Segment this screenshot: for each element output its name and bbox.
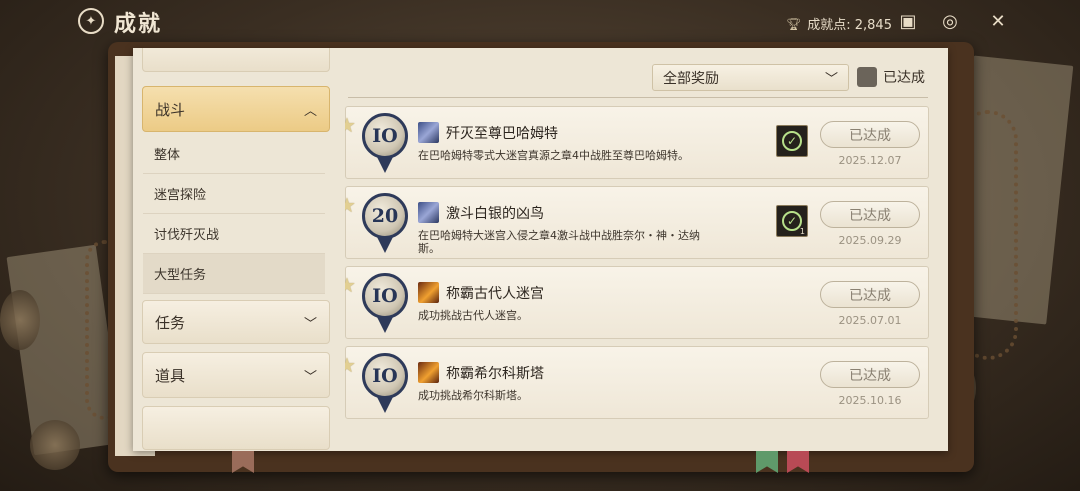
achievement-points: 🏆︎ 成就点: 2,845 (786, 14, 892, 34)
chevron-up-icon: ︿ (303, 103, 317, 119)
category-sidebar[interactable]: 战斗 ︿ 整体 迷宫探险 讨伐歼灭战 大型任务 任务 ﹀ 道具 ﹀ (133, 48, 335, 451)
achieved-checkbox-label[interactable]: 已达成 (883, 67, 925, 87)
star-icon: ★ (345, 353, 356, 377)
medal-badge: IO (362, 353, 408, 415)
star-icon: ★ (345, 273, 356, 297)
dropdown-value: 全部奖励 (663, 70, 719, 87)
achievement-title: 歼灭至尊巴哈姆特 (446, 126, 558, 142)
achieved-button[interactable]: 已达成 (820, 121, 920, 148)
achieved-button[interactable]: 已达成 (820, 361, 920, 388)
achieved-button[interactable]: 已达成 (820, 201, 920, 228)
star-icon: ★ (345, 113, 356, 137)
achievement-item[interactable]: ★ IO 称霸古代人迷宫 成功挑战古代人迷宫。 已达成 2025.07.01 (345, 266, 929, 339)
medal-number: IO (362, 353, 408, 399)
achievement-description: 成功挑战古代人迷宫。 (418, 309, 528, 322)
ranking-icon[interactable]: ▣ (896, 9, 920, 33)
category-label: 任务 (155, 313, 186, 332)
subcategory-label: 整体 (154, 148, 181, 163)
category-quest[interactable]: 任务 ﹀ (142, 300, 330, 344)
trophy-icon: 🏆︎ (786, 16, 802, 31)
subcategory-label: 迷宫探险 (154, 188, 207, 203)
category-battle[interactable]: 战斗 ︿ (142, 86, 330, 132)
page-title: 成就 (114, 12, 163, 37)
achieved-checkbox[interactable] (857, 67, 877, 87)
star-icon: ★ (345, 193, 356, 217)
achievement-date: 2025.10.16 (838, 394, 902, 407)
achievement-description: 在巴哈姆特大迷宫入侵之章4激斗战中战胜奈尔・神・达纳斯。 (418, 229, 700, 255)
chevron-down-icon: ﹀ (824, 72, 838, 87)
subcategory-label: 讨伐歼灭战 (154, 228, 220, 243)
chevron-down-icon: ﹀ (303, 369, 317, 385)
achievement-item[interactable]: ★ 20 激斗白银的凶鸟 在巴哈姆特大迷宫入侵之章4激斗战中战胜奈尔・神・达纳斯… (345, 186, 929, 259)
achievement-category-icon (418, 202, 439, 223)
achievement-category-icon (418, 362, 439, 383)
subcategory-raid[interactable]: 讨伐歼灭战 (143, 214, 325, 254)
category-partial[interactable] (142, 48, 330, 72)
badge-icon[interactable]: ◎ (938, 9, 962, 33)
achievement-item[interactable]: ★ IO 称霸希尔科斯塔 成功挑战希尔科斯塔。 已达成 2025.10.16 (345, 346, 929, 419)
achievement-category-icon (418, 282, 439, 303)
reward-filter-dropdown[interactable]: 全部奖励 ﹀ (652, 64, 849, 91)
achievement-date: 2025.07.01 (838, 314, 902, 327)
medal-number: IO (362, 273, 408, 319)
medal-number: IO (362, 113, 408, 159)
reward-icon[interactable]: ✓ 1 (776, 205, 808, 237)
achievement-title: 称霸希尔科斯塔 (446, 366, 544, 382)
divider (348, 97, 928, 98)
achieved-button[interactable]: 已达成 (820, 281, 920, 308)
medal-badge: IO (362, 113, 408, 175)
subcategory-large-quest[interactable]: 大型任务 (143, 254, 325, 294)
medal-badge: 20 (362, 193, 408, 255)
reward-icon[interactable]: ✓ (776, 125, 808, 157)
achievement-description: 成功挑战希尔科斯塔。 (418, 389, 528, 402)
achievement-points-label: 成就点: 2,845 (807, 18, 892, 33)
achievement-title: 称霸古代人迷宫 (446, 286, 544, 302)
achievement-list[interactable]: ★ IO 歼灭至尊巴哈姆特 在巴哈姆特零式大迷宫真源之章4中战胜至尊巴哈姆特。 … (345, 106, 933, 451)
close-icon[interactable]: ✕ (986, 9, 1010, 33)
achievement-category-icon (418, 122, 439, 143)
achievement-panel: 战斗 ︿ 整体 迷宫探险 讨伐歼灭战 大型任务 任务 ﹀ 道具 ﹀ 全部奖励 ﹀… (133, 48, 948, 451)
subcategory-overall[interactable]: 整体 (143, 134, 325, 174)
category-label: 战斗 (155, 100, 186, 119)
top-bar: ✦ 成就 🏆︎ 成就点: 2,845 ▣ ◎ ✕ (0, 0, 1080, 42)
medal-number: 20 (362, 193, 408, 239)
achievement-title: 激斗白银的凶鸟 (446, 206, 544, 222)
achievement-description: 在巴哈姆特零式大迷宫真源之章4中战胜至尊巴哈姆特。 (418, 149, 689, 162)
background-coin (30, 420, 80, 470)
check-icon: ✓ (782, 131, 802, 151)
category-partial-bottom[interactable] (142, 406, 330, 450)
subcategory-dungeon[interactable]: 迷宫探险 (143, 174, 325, 214)
achievement-emblem-icon: ✦ (78, 8, 104, 34)
background-coin (0, 290, 40, 350)
category-label: 道具 (155, 366, 186, 385)
achievement-date: 2025.12.07 (838, 154, 902, 167)
category-item[interactable]: 道具 ﹀ (142, 352, 330, 398)
medal-badge: IO (362, 273, 408, 335)
achievement-date: 2025.09.29 (838, 234, 902, 247)
achievement-item[interactable]: ★ IO 歼灭至尊巴哈姆特 在巴哈姆特零式大迷宫真源之章4中战胜至尊巴哈姆特。 … (345, 106, 929, 179)
chevron-down-icon: ﹀ (303, 316, 317, 332)
reward-count: 1 (799, 227, 805, 236)
subcategory-label: 大型任务 (154, 268, 207, 283)
